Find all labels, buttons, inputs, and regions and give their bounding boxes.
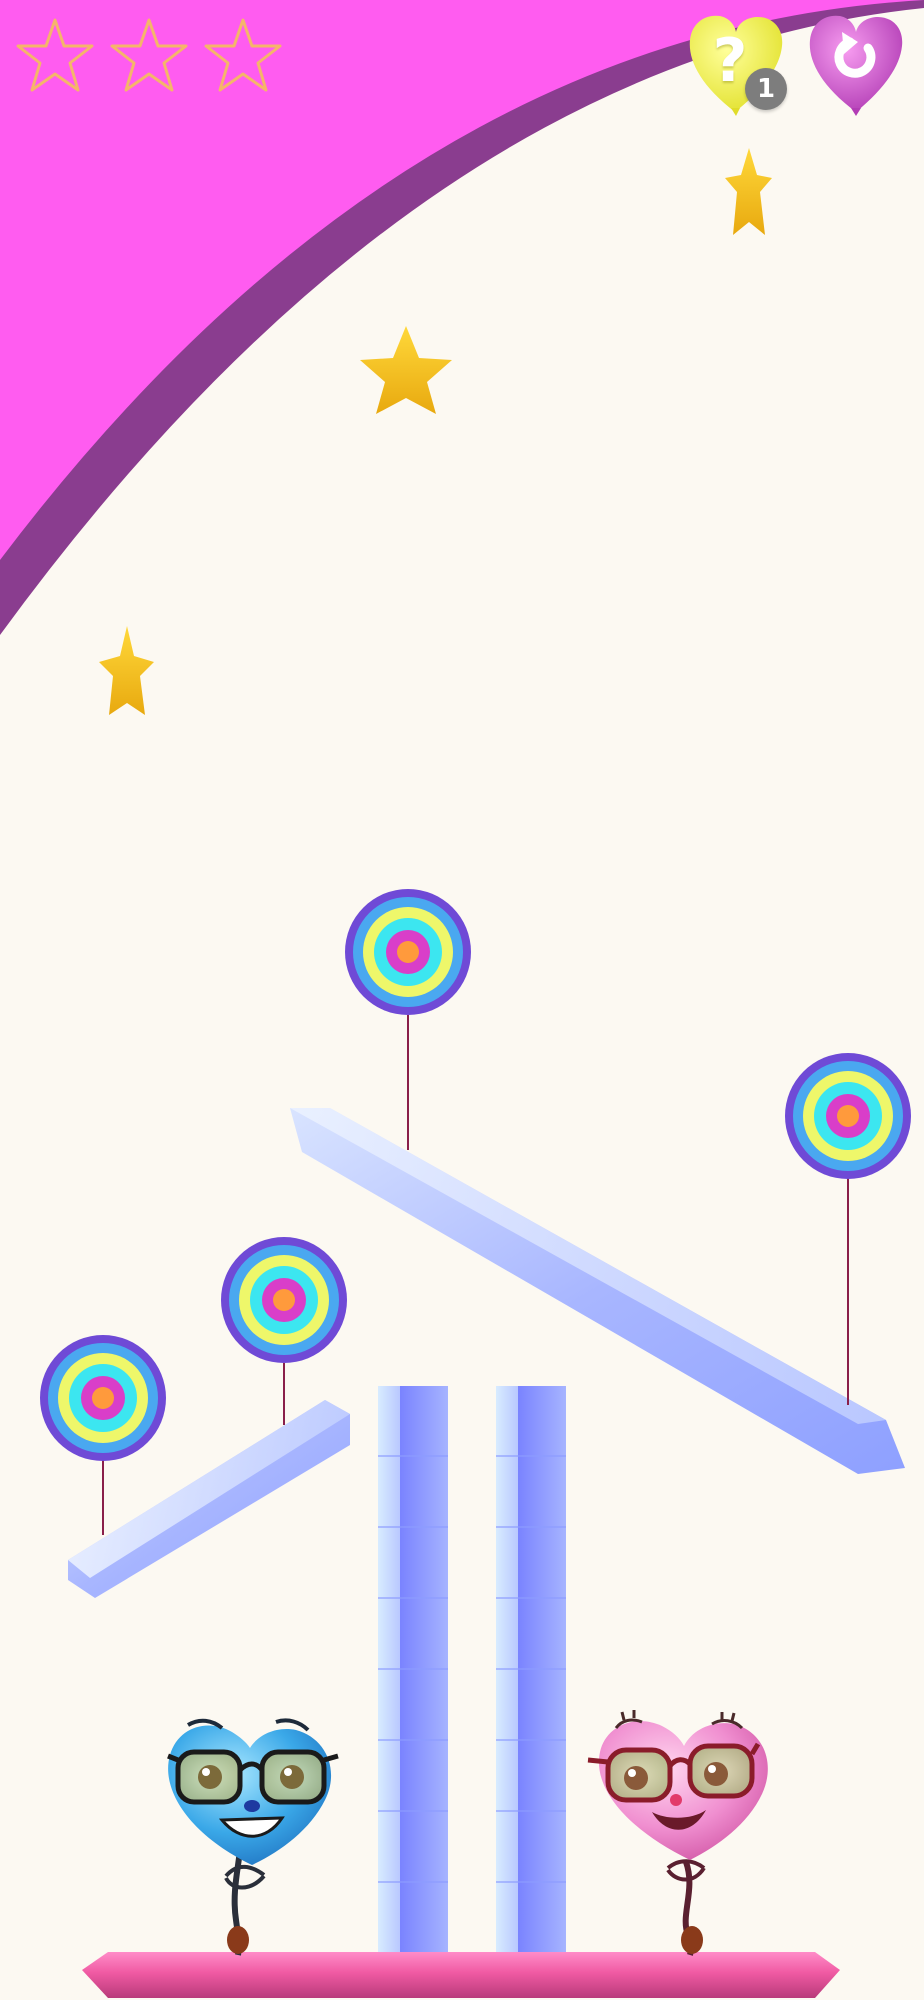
restart-heart-icon [809,15,903,113]
restart-button[interactable] [809,15,903,116]
blue-heart-balloon [167,1718,339,1956]
ice-pillar-right [496,1386,566,1954]
hint-count-badge: 1 [745,68,787,110]
collectible-star [360,326,452,414]
lollipop-balloon-top[interactable] [345,889,471,1150]
floor-platform [82,1952,840,1998]
collectible-star [725,148,772,235]
lollipop-balloon-left[interactable] [40,1335,166,1535]
lollipop-balloon-mid[interactable] [221,1237,347,1425]
ice-pillar-left [378,1386,448,1954]
lollipop-balloon-right[interactable] [785,1053,911,1405]
collectible-star [99,626,154,715]
game-scene [0,0,924,1998]
pink-heart-balloon [587,1710,768,1956]
